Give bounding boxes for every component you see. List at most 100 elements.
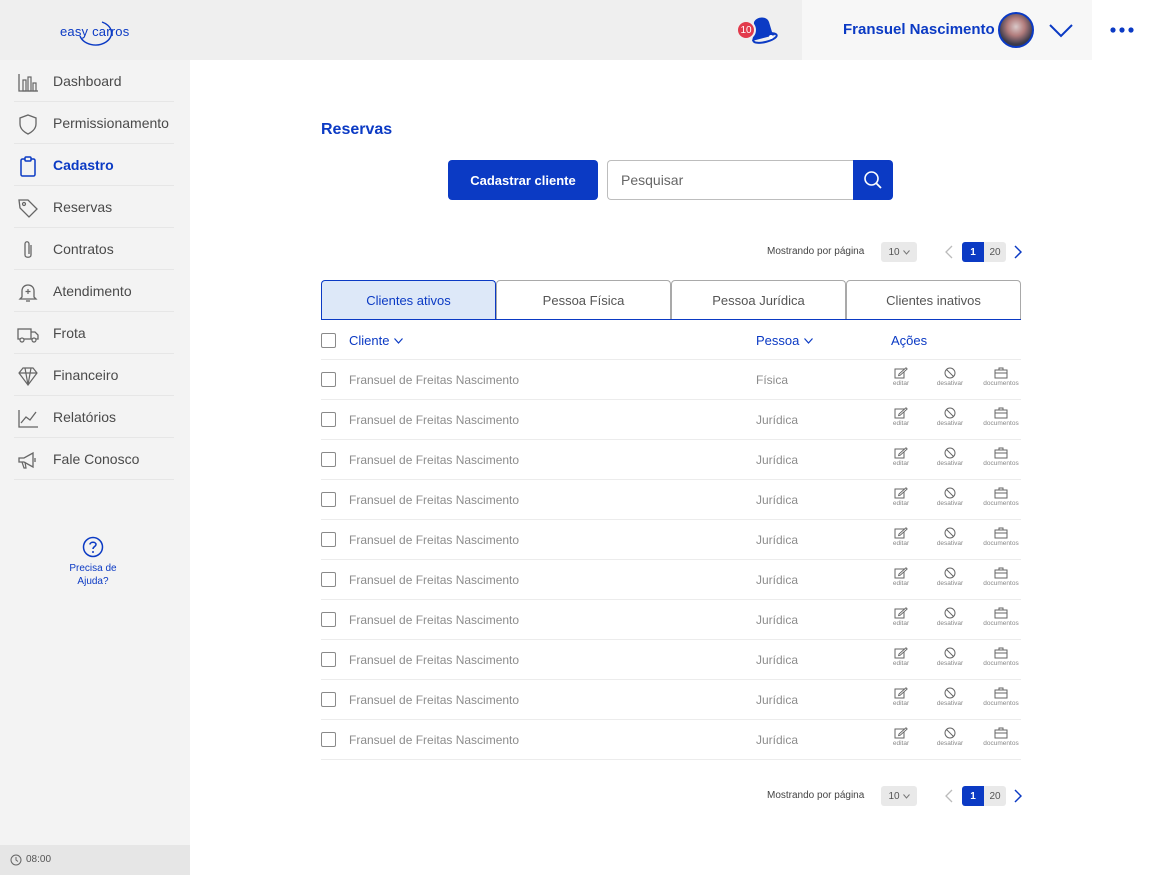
page-button[interactable]: 20 — [984, 242, 1006, 262]
deactivate-button[interactable]: desativar — [928, 407, 972, 427]
documents-button[interactable]: documentos — [979, 487, 1023, 507]
documents-button[interactable]: documentos — [979, 607, 1023, 627]
sidebar-item-label: Fale Conosco — [53, 451, 140, 467]
tab-clientes-ativos[interactable]: Clientes ativos — [321, 280, 496, 320]
deactivate-button[interactable]: desativar — [928, 687, 972, 707]
row-checkbox[interactable] — [321, 452, 336, 467]
cell-person-type: Física — [756, 373, 789, 387]
deactivate-button[interactable]: desativar — [928, 527, 972, 547]
per-page-select[interactable]: 10 — [881, 242, 917, 262]
sidebar-item-label: Atendimento — [53, 283, 132, 299]
documents-button[interactable]: documentos — [979, 647, 1023, 667]
chevron-right-icon[interactable] — [1014, 789, 1022, 803]
logo[interactable]: easy carros — [58, 14, 132, 48]
cell-person-type: Jurídica — [756, 653, 799, 667]
edit-icon — [894, 367, 908, 379]
chevron-down-icon[interactable] — [1048, 20, 1074, 40]
row-checkbox[interactable] — [321, 412, 336, 427]
row-checkbox[interactable] — [321, 532, 336, 547]
edit-button[interactable]: editar — [879, 607, 923, 627]
edit-icon — [894, 487, 908, 499]
deactivate-button[interactable]: desativar — [928, 487, 972, 507]
column-header-acoes: Ações — [891, 333, 928, 348]
search-button[interactable] — [853, 160, 893, 200]
deactivate-button[interactable]: desativar — [928, 567, 972, 587]
help-link[interactable]: Precisa de Ajuda? — [60, 536, 126, 588]
notifications-button[interactable]: 10 — [736, 16, 782, 46]
edit-button[interactable]: editar — [879, 647, 923, 667]
documents-label: documentos — [983, 700, 1019, 707]
row-checkbox[interactable] — [321, 372, 336, 387]
sort-cliente[interactable]: Cliente — [349, 333, 404, 348]
briefcase-icon — [994, 567, 1008, 579]
more-options-button[interactable] — [1092, 0, 1152, 60]
user-menu[interactable]: Fransuel Nascimento — [802, 0, 1092, 60]
edit-button[interactable]: editar — [879, 567, 923, 587]
sidebar-item-fale-conosco[interactable]: Fale Conosco — [0, 438, 190, 480]
select-all-checkbox[interactable] — [321, 333, 336, 348]
divider — [14, 479, 174, 480]
chevron-right-icon[interactable] — [1014, 245, 1022, 259]
edit-label: editar — [892, 380, 910, 387]
per-page-value: 10 — [888, 246, 900, 258]
documents-button[interactable]: documentos — [979, 687, 1023, 707]
documents-button[interactable]: documentos — [979, 527, 1023, 547]
sidebar-item-permissionamento[interactable]: Permissionamento — [0, 102, 190, 144]
edit-button[interactable]: editar — [879, 447, 923, 467]
page-button[interactable]: 1 — [962, 786, 984, 806]
deactivate-button[interactable]: desativar — [928, 647, 972, 667]
page-button[interactable]: 1 — [962, 242, 984, 262]
briefcase-icon — [994, 527, 1008, 539]
sort-pessoa[interactable]: Pessoa — [756, 333, 814, 348]
edit-button[interactable]: editar — [879, 687, 923, 707]
search-input[interactable] — [607, 160, 853, 200]
add-client-button[interactable]: Cadastrar cliente — [448, 160, 598, 200]
sidebar-item-cadastro[interactable]: Cadastro — [0, 144, 190, 186]
sidebar-item-dashboard[interactable]: Dashboard — [0, 60, 190, 102]
edit-button[interactable]: editar — [879, 487, 923, 507]
edit-icon — [894, 727, 908, 739]
deactivate-button[interactable]: desativar — [928, 447, 972, 467]
page-button[interactable]: 20 — [984, 786, 1006, 806]
row-checkbox[interactable] — [321, 652, 336, 667]
edit-button[interactable]: editar — [879, 527, 923, 547]
edit-button[interactable]: editar — [879, 407, 923, 427]
sidebar-item-atendimento[interactable]: Atendimento — [0, 270, 190, 312]
deactivate-button[interactable]: desativar — [928, 607, 972, 627]
row-checkbox[interactable] — [321, 492, 336, 507]
sidebar-item-financeiro[interactable]: Financeiro — [0, 354, 190, 396]
edit-icon — [894, 447, 908, 459]
chevron-left-icon[interactable] — [945, 245, 953, 259]
row-checkbox[interactable] — [321, 612, 336, 627]
documents-button[interactable]: documentos — [979, 367, 1023, 387]
edit-label: editar — [892, 700, 910, 707]
sidebar-item-reservas[interactable]: Reservas — [0, 186, 190, 228]
edit-icon — [894, 687, 908, 699]
deactivate-button[interactable]: desativar — [928, 727, 972, 747]
pagination-bottom: Mostrando por página 10 1 20 — [767, 786, 1025, 806]
chevron-left-icon[interactable] — [945, 789, 953, 803]
row-checkbox[interactable] — [321, 732, 336, 747]
table-row: Fransuel de Freitas Nascimento Jurídica … — [321, 600, 1021, 640]
documents-button[interactable]: documentos — [979, 567, 1023, 587]
edit-button[interactable]: editar — [879, 727, 923, 747]
edit-button[interactable]: editar — [879, 367, 923, 387]
per-page-select[interactable]: 10 — [881, 786, 917, 806]
documents-button[interactable]: documentos — [979, 447, 1023, 467]
tab-pessoa-fisica[interactable]: Pessoa Física — [496, 280, 671, 320]
deactivate-button[interactable]: desativar — [928, 367, 972, 387]
documents-button[interactable]: documentos — [979, 407, 1023, 427]
search-bar — [607, 160, 893, 200]
table-row: Fransuel de Freitas Nascimento Jurídica … — [321, 560, 1021, 600]
sidebar-item-relatorios[interactable]: Relatórios — [0, 396, 190, 438]
deactivate-label: desativar — [936, 460, 964, 467]
tab-clientes-inativos[interactable]: Clientes inativos — [846, 280, 1021, 320]
edit-label: editar — [892, 420, 910, 427]
row-checkbox[interactable] — [321, 692, 336, 707]
sidebar-item-contratos[interactable]: Contratos — [0, 228, 190, 270]
documents-button[interactable]: documentos — [979, 727, 1023, 747]
sidebar-item-frota[interactable]: Frota — [0, 312, 190, 354]
row-checkbox[interactable] — [321, 572, 336, 587]
tab-pessoa-juridica[interactable]: Pessoa Jurídica — [671, 280, 846, 320]
search-icon — [864, 171, 882, 189]
